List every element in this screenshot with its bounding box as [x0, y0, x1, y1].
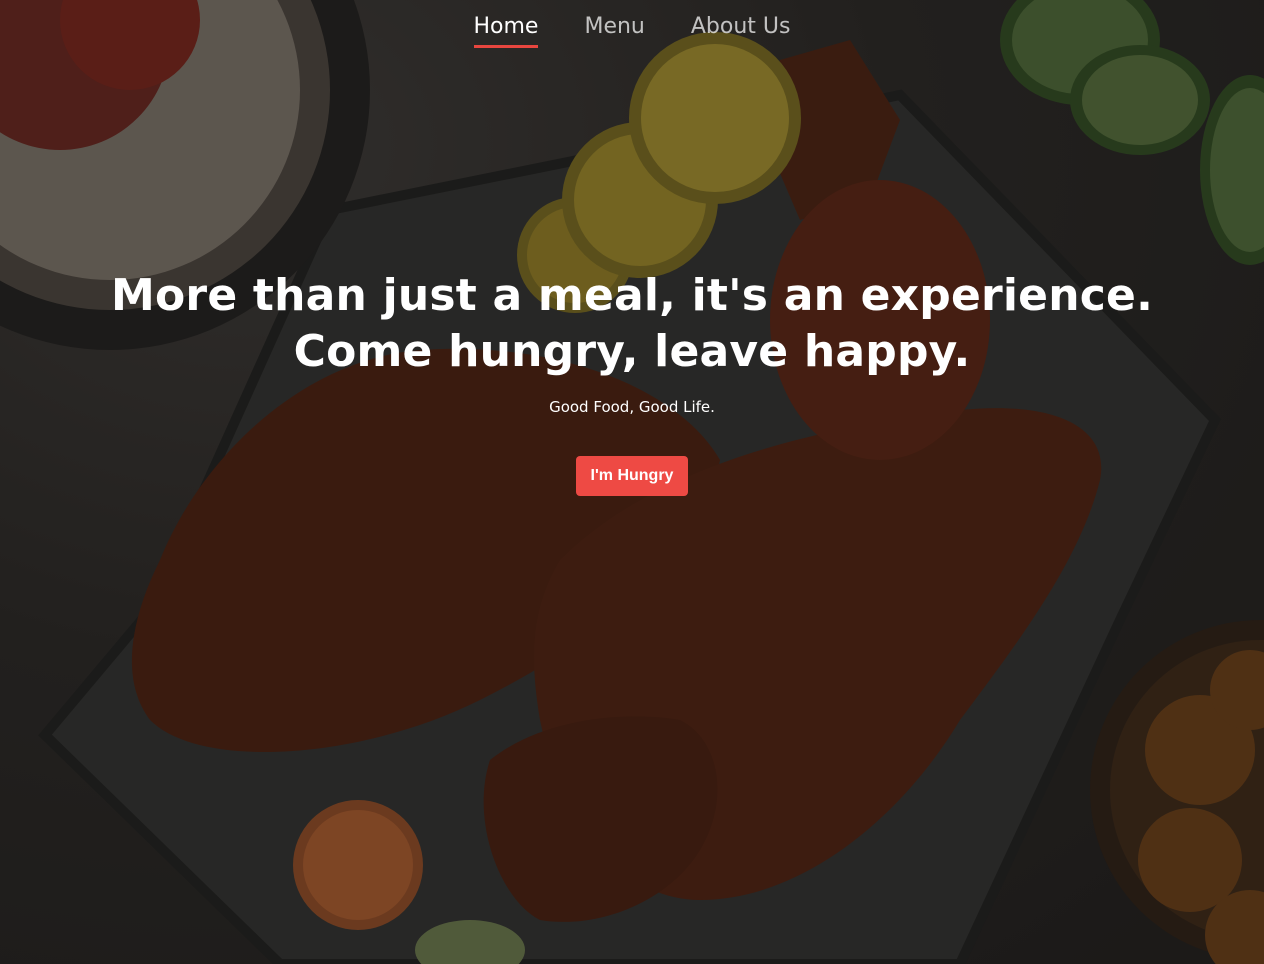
nav-item-home[interactable]: Home	[473, 12, 539, 48]
hero-section: Home Menu About Us More than just a meal…	[0, 0, 1264, 964]
main-navigation: Home Menu About Us	[0, 12, 1264, 48]
nav-item-about-us[interactable]: About Us	[691, 12, 791, 48]
hero-headline: More than just a meal, it's an experienc…	[0, 268, 1264, 380]
hero-headline-line-1: More than just a meal, it's an experienc…	[111, 270, 1153, 321]
nav-item-menu[interactable]: Menu	[584, 12, 644, 48]
hero-content: More than just a meal, it's an experienc…	[0, 268, 1264, 496]
hero-headline-line-2: Come hungry, leave happy.	[293, 326, 971, 377]
hero-subtitle: Good Food, Good Life.	[549, 398, 715, 416]
im-hungry-button[interactable]: I'm Hungry	[575, 456, 689, 496]
